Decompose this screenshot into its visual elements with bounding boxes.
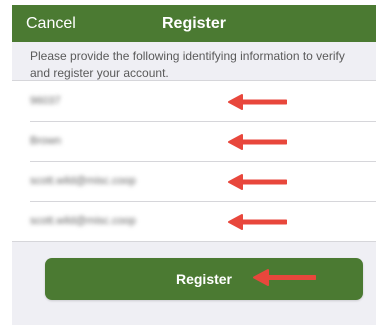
- register-screen: Register Cancel Please provide the follo…: [12, 5, 376, 325]
- red-arrow-icon: [228, 94, 287, 110]
- navigation-bar: Register Cancel: [12, 5, 376, 42]
- confirm-email-row: [12, 201, 376, 241]
- last-name-row: [12, 121, 376, 161]
- button-area: Register: [12, 242, 376, 325]
- zip-code-row: [12, 81, 376, 121]
- confirm-email-field[interactable]: [30, 201, 220, 241]
- red-arrow-icon: [228, 134, 287, 150]
- red-arrow-icon: [228, 214, 287, 230]
- red-arrow-icon: [253, 269, 316, 286]
- red-arrow-icon: [228, 174, 287, 190]
- cancel-button[interactable]: Cancel: [26, 5, 76, 42]
- form-fields: [12, 80, 376, 242]
- zip-code-field[interactable]: [30, 81, 220, 121]
- instructions-text: Please provide the following identifying…: [30, 49, 345, 80]
- last-name-field[interactable]: [30, 121, 220, 161]
- email-field[interactable]: [30, 161, 220, 201]
- email-row: [12, 161, 376, 201]
